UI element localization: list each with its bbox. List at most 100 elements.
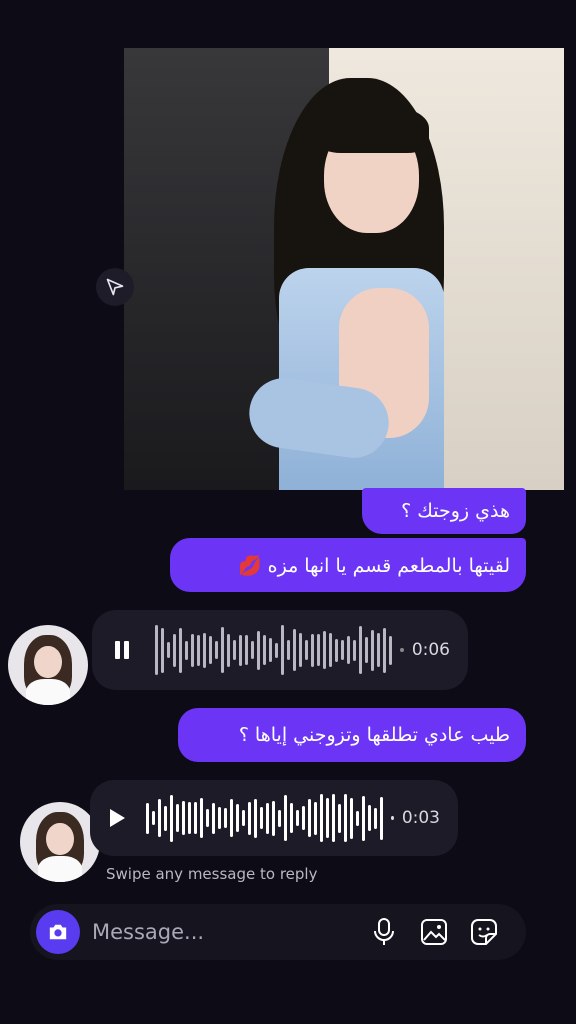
waveform-bar <box>284 795 288 841</box>
voice-message[interactable]: 0:03 <box>90 780 458 856</box>
waveform-bar <box>338 803 342 833</box>
waveform-bar <box>238 634 242 666</box>
pause-icon[interactable] <box>110 635 135 665</box>
message-bubble[interactable]: لقيتها بالمطعم قسم يا انها مزه 💋 <box>170 538 526 592</box>
waveform-bar <box>280 625 284 675</box>
waveform-bar <box>364 637 368 663</box>
waveform-bar <box>262 635 266 665</box>
waveform-bar <box>296 810 300 826</box>
waveform-bar <box>292 629 296 671</box>
shared-photo[interactable] <box>124 48 564 490</box>
waveform-bar <box>208 636 212 664</box>
waveform-bar <box>254 798 258 838</box>
waveform <box>154 620 392 680</box>
avatar[interactable] <box>20 802 100 882</box>
waveform-bar <box>290 803 294 833</box>
message-text: لقيتها بالمطعم قسم يا انها مزه 💋 <box>237 554 510 577</box>
waveform-bar <box>154 625 158 675</box>
waveform-bar <box>310 633 314 667</box>
waveform-bar <box>236 804 240 832</box>
microphone-icon[interactable] <box>366 914 402 950</box>
waveform-bar <box>256 630 260 670</box>
progress-dot <box>391 816 394 820</box>
waveform-bar <box>232 640 236 660</box>
waveform-bar <box>184 640 188 660</box>
waveform-bar <box>362 795 366 841</box>
progress-dot <box>399 648 404 652</box>
waveform-bar <box>346 636 350 664</box>
camera-button[interactable] <box>36 910 80 954</box>
waveform-bar <box>220 627 224 673</box>
sticker-icon[interactable] <box>466 914 502 950</box>
play-icon[interactable] <box>108 803 126 833</box>
waveform-bar <box>166 642 170 658</box>
waveform-bar <box>212 802 216 834</box>
waveform-bar <box>328 633 332 667</box>
waveform-bar <box>332 794 336 842</box>
message-composer <box>30 904 526 960</box>
waveform-bar <box>224 808 228 828</box>
waveform-bar <box>146 802 150 834</box>
waveform-bar <box>194 802 198 834</box>
send-icon[interactable] <box>96 268 134 306</box>
waveform-bar <box>320 794 324 842</box>
avatar[interactable] <box>8 625 88 705</box>
waveform-bar <box>268 638 272 662</box>
waveform-bar <box>182 801 186 835</box>
message-text: هذي زوجتك ؟ <box>401 500 510 522</box>
waveform-bar <box>326 798 330 838</box>
waveform-bar <box>178 627 182 673</box>
waveform-bar <box>190 633 194 667</box>
waveform-bar <box>368 805 372 831</box>
waveform-bar <box>226 633 230 667</box>
waveform-bar <box>286 640 290 660</box>
waveform-bar <box>272 800 276 836</box>
waveform-bar <box>260 807 264 829</box>
waveform-bar <box>170 794 174 842</box>
voice-message[interactable]: 0:06 <box>92 610 468 690</box>
waveform-bar <box>218 807 222 829</box>
waveform-bar <box>152 811 156 825</box>
message-bubble[interactable]: طيب عادي تطلقها وتزوجني إياها ؟ <box>178 708 526 762</box>
waveform-bar <box>382 627 386 673</box>
camera-icon <box>49 924 67 940</box>
voice-duration: 0:03 <box>401 808 440 828</box>
waveform-bar <box>334 638 338 662</box>
gallery-icon[interactable] <box>416 914 452 950</box>
waveform-bar <box>266 802 270 834</box>
waveform-bar <box>298 633 302 667</box>
waveform-bar <box>376 633 380 667</box>
message-bubble[interactable]: هذي زوجتك ؟ <box>362 488 526 534</box>
waveform-bar <box>250 641 254 659</box>
waveform-bar <box>242 810 246 826</box>
waveform-bar <box>230 799 234 837</box>
waveform-bar <box>188 802 192 834</box>
avatar-body <box>37 856 83 882</box>
waveform-bar <box>314 801 318 835</box>
waveform-bar <box>206 809 210 827</box>
waveform-bar <box>322 631 326 669</box>
waveform-bar <box>200 798 204 838</box>
waveform-bar <box>302 806 306 830</box>
avatar-face <box>34 645 62 678</box>
waveform-bar <box>196 634 200 666</box>
waveform-bar <box>352 639 356 661</box>
reply-hint: Swipe any message to reply <box>106 865 318 883</box>
waveform-bar <box>388 635 392 665</box>
waveform-bar <box>340 640 344 660</box>
waveform <box>146 788 384 848</box>
waveform-bar <box>158 799 162 837</box>
waveform-bar <box>304 640 308 660</box>
waveform-bar <box>380 796 384 840</box>
waveform-bar <box>244 635 248 665</box>
waveform-bar <box>172 633 176 667</box>
message-input[interactable] <box>92 920 352 944</box>
avatar-face <box>46 822 74 855</box>
waveform-bar <box>176 804 180 832</box>
waveform-bar <box>160 627 164 673</box>
waveform-bar <box>214 641 218 659</box>
waveform-bar <box>350 797 354 839</box>
photo-bangs <box>319 103 429 153</box>
waveform-bar <box>164 805 168 831</box>
waveform-bar <box>248 801 252 835</box>
